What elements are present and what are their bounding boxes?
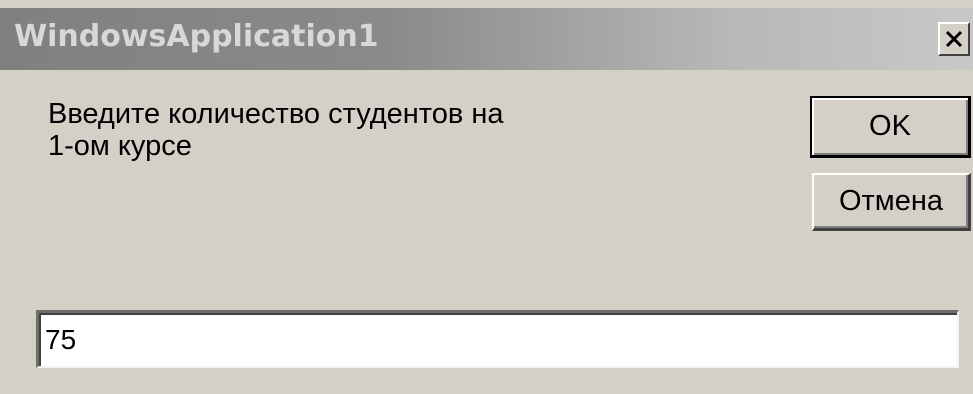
student-count-input[interactable] (45, 317, 945, 363)
input-dialog-window: WindowsApplication1 Введите количество с… (0, 0, 973, 394)
prompt-label: Введите количество студентов на 1-ом кур… (48, 98, 504, 162)
input-field-frame (36, 310, 959, 368)
prompt-text: Введите количество студентов на 1-ом кур… (48, 98, 608, 162)
ok-button-label: OK (869, 110, 911, 142)
close-button[interactable] (938, 22, 970, 56)
close-icon (945, 30, 963, 48)
cancel-button-label: Отмена (838, 185, 944, 217)
cancel-button[interactable]: Отмена (812, 173, 971, 231)
title-bar[interactable]: WindowsApplication1 (0, 8, 973, 70)
window-title: WindowsApplication1 (14, 19, 379, 54)
ok-button[interactable]: OK (810, 96, 971, 158)
